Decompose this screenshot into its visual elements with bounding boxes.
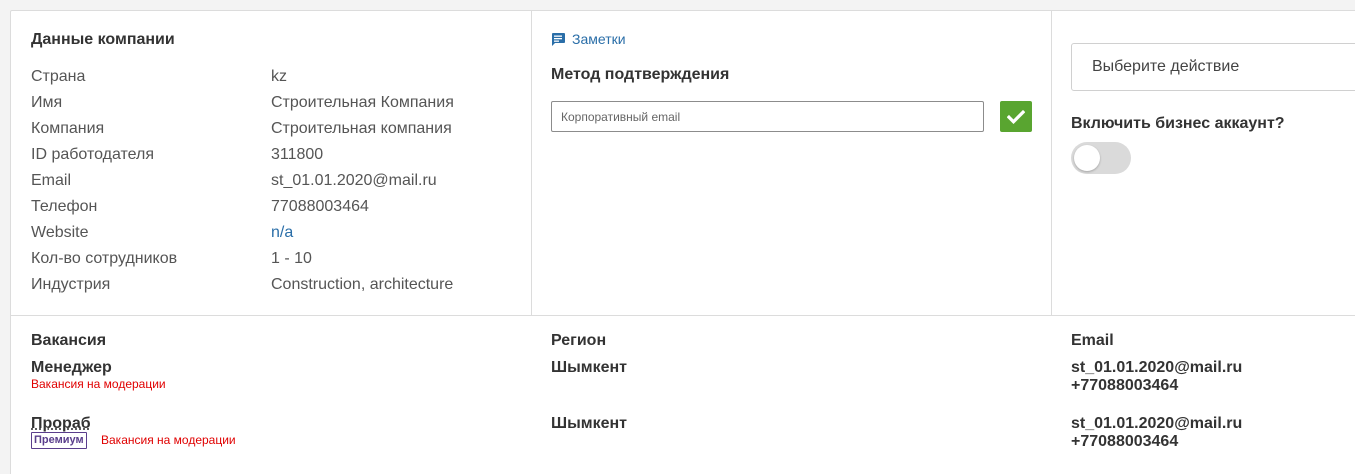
business-account-label: Включить бизнес аккаунт? bbox=[1071, 115, 1285, 132]
info-label: Имя bbox=[31, 94, 63, 111]
moderation-status: Вакансия на модерации bbox=[101, 433, 236, 447]
company-section-title: Данные компании bbox=[31, 31, 175, 48]
vacancy-email: st_01.01.2020@mail.ru bbox=[1071, 415, 1243, 432]
card-top-section: Данные компании Страна kz Имя Строительн… bbox=[11, 11, 1355, 316]
header-region: Регион bbox=[551, 332, 607, 349]
notes-link[interactable]: Заметки bbox=[551, 31, 626, 47]
action-select[interactable]: Выберите действие bbox=[1071, 43, 1355, 91]
info-label: ID работодателя bbox=[31, 146, 155, 163]
moderation-status: Вакансия на модерации bbox=[31, 377, 166, 391]
company-card: Данные компании Страна kz Имя Строительн… bbox=[10, 10, 1355, 474]
info-label: Телефон bbox=[31, 198, 98, 215]
column-divider bbox=[1051, 11, 1052, 316]
vacancy-title[interactable]: Менеджер bbox=[31, 359, 112, 377]
vacancy-title[interactable]: Прораб bbox=[31, 415, 91, 433]
info-value: Construction, architecture bbox=[271, 276, 454, 293]
info-value: 1 - 10 bbox=[271, 250, 312, 267]
vacancy-phone: +77088003464 bbox=[1071, 433, 1179, 450]
corporate-email-input[interactable] bbox=[551, 101, 984, 132]
info-value: 311800 bbox=[271, 146, 324, 163]
confirm-button[interactable] bbox=[1000, 101, 1032, 132]
info-label: Компания bbox=[31, 120, 105, 137]
verification-method-title: Метод подтверждения bbox=[551, 66, 730, 83]
info-label: Индустрия bbox=[31, 276, 111, 293]
info-label: Email bbox=[31, 172, 72, 189]
info-value: kz bbox=[271, 68, 287, 85]
info-value: 77088003464 bbox=[271, 198, 369, 215]
website-link[interactable]: n/a bbox=[271, 223, 293, 243]
column-divider bbox=[531, 11, 532, 316]
header-email: Email bbox=[1071, 332, 1114, 349]
comment-icon bbox=[551, 32, 565, 46]
info-label: Website bbox=[31, 224, 89, 241]
toggle-knob bbox=[1074, 145, 1100, 171]
header-vacancy: Вакансия bbox=[31, 332, 107, 349]
info-label: Страна bbox=[31, 68, 86, 85]
info-value: st_01.01.2020@mail.ru bbox=[271, 172, 437, 189]
premium-badge: Премиум bbox=[31, 432, 87, 449]
info-value: Строительная Компания bbox=[271, 94, 454, 111]
check-icon bbox=[1007, 109, 1025, 124]
vacancy-email: st_01.01.2020@mail.ru bbox=[1071, 359, 1243, 376]
business-account-toggle[interactable] bbox=[1071, 142, 1131, 174]
notes-label: Заметки bbox=[572, 31, 626, 47]
vacancy-region: Шымкент bbox=[551, 415, 627, 432]
vacancy-phone: +77088003464 bbox=[1071, 377, 1179, 394]
info-label: Кол-во сотрудников bbox=[31, 250, 178, 267]
info-value: Строительная компания bbox=[271, 120, 452, 137]
vacancy-region: Шымкент bbox=[551, 359, 627, 376]
